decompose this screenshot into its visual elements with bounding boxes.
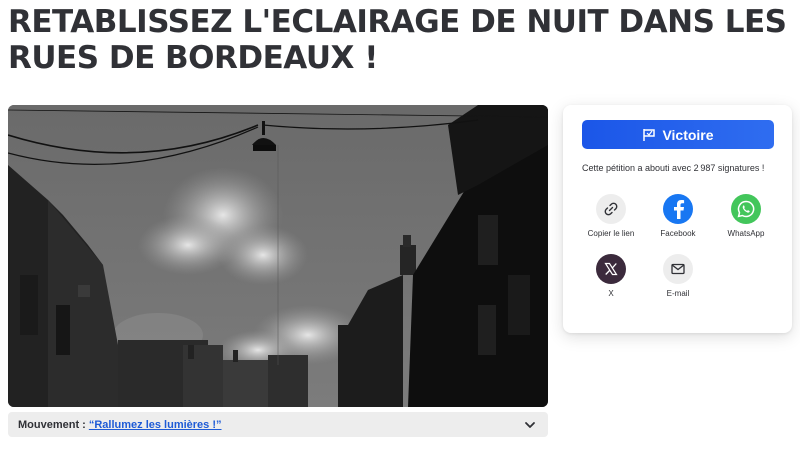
- whatsapp-icon[interactable]: [731, 194, 761, 224]
- share-email-label: E-mail: [666, 289, 690, 298]
- victory-label: Victoire: [662, 126, 714, 143]
- movement-link[interactable]: “Rallumez les lumières !”: [89, 419, 222, 431]
- victory-status-text: Cette pétition a abouti avec 2 987 signa…: [582, 163, 765, 173]
- chevron-down-icon[interactable]: [524, 419, 536, 431]
- share-card: Victoire Cette pétition a abouti avec 2 …: [563, 105, 792, 333]
- share-x[interactable]: X: [576, 254, 646, 298]
- share-whatsapp[interactable]: WhatsApp: [711, 194, 781, 238]
- share-facebook[interactable]: Facebook: [643, 194, 713, 238]
- mail-icon[interactable]: [663, 254, 693, 284]
- facebook-icon[interactable]: [663, 194, 693, 224]
- share-email[interactable]: E-mail: [643, 254, 713, 298]
- victory-button[interactable]: Victoire: [582, 120, 774, 149]
- share-copy-link[interactable]: Copier le lien: [576, 194, 646, 238]
- flag-icon: [643, 128, 656, 141]
- movement-bar[interactable]: Mouvement : “Rallumez les lumières !”: [8, 412, 548, 437]
- petition-photo: [8, 105, 548, 407]
- share-whatsapp-label: WhatsApp: [727, 229, 765, 238]
- movement-label: Mouvement :: [18, 418, 86, 431]
- share-facebook-label: Facebook: [660, 229, 696, 238]
- x-icon[interactable]: [596, 254, 626, 284]
- page-title: RETABLISSEZ L'ECLAIRAGE DE NUIT DANS LES…: [8, 4, 787, 76]
- share-copy-link-label: Copier le lien: [587, 229, 635, 238]
- link-icon[interactable]: [596, 194, 626, 224]
- petition-page: RETABLISSEZ L'ECLAIRAGE DE NUIT DANS LES…: [0, 0, 800, 457]
- share-x-label: X: [608, 289, 614, 298]
